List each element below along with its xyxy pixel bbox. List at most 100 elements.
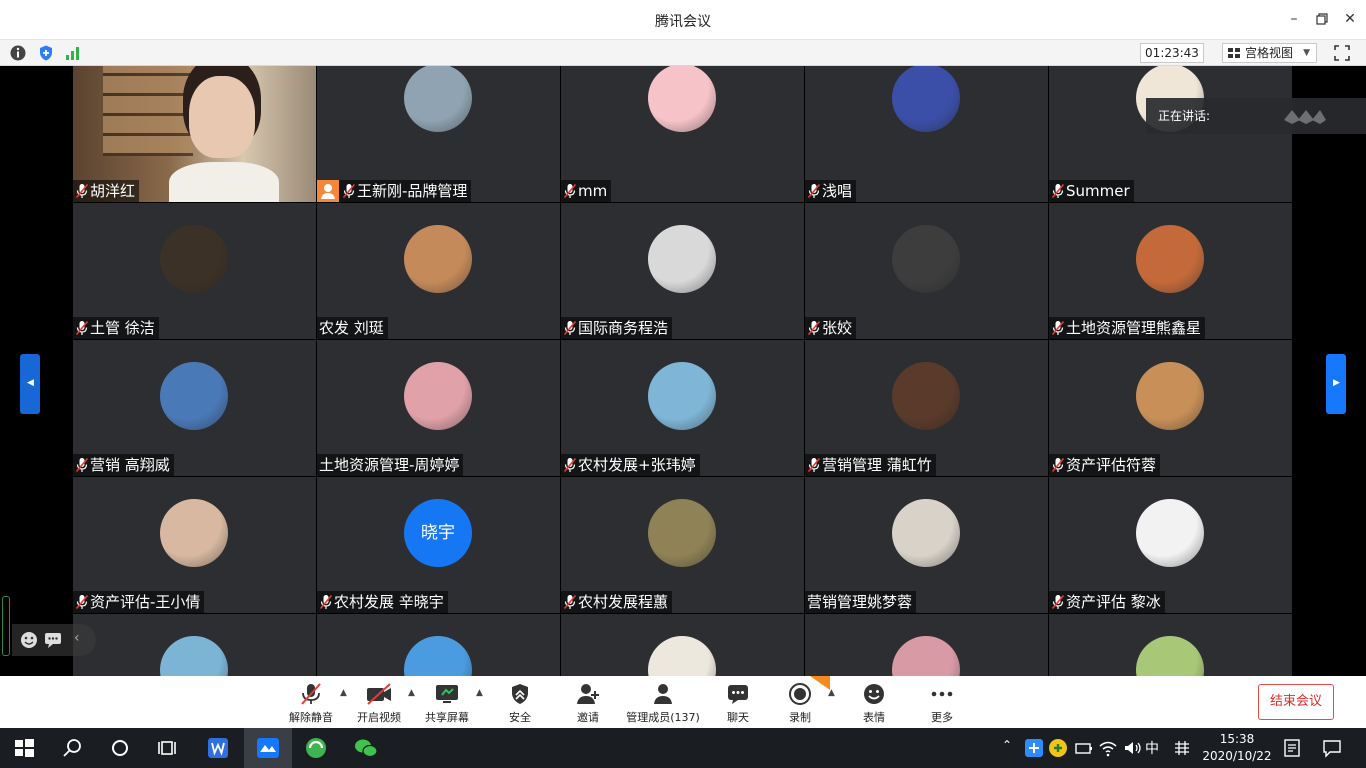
search-icon[interactable] — [60, 736, 84, 760]
avatar — [648, 499, 716, 567]
close-button[interactable]: ✕ — [1340, 9, 1360, 29]
tray-expand-icon[interactable]: ⌃ — [1002, 738, 1012, 752]
wps-writer-icon[interactable] — [206, 736, 230, 760]
add-user-icon — [577, 684, 599, 704]
participant-tile[interactable] — [1049, 614, 1292, 676]
participant-name: 王新刚-品牌管理 — [357, 182, 468, 200]
participant-tile[interactable] — [561, 614, 804, 676]
participant-tile[interactable]: 农村发展程蕙 — [561, 477, 804, 613]
audio-options-caret[interactable]: ▲ — [340, 688, 347, 698]
mic-muted-icon — [1051, 320, 1065, 336]
floating-mini-panel[interactable]: ‹ — [12, 624, 96, 656]
participant-tile[interactable] — [317, 614, 560, 676]
battery-icon[interactable] — [1074, 738, 1094, 758]
view-mode-select[interactable]: 宫格视图 ▼ — [1222, 43, 1317, 63]
participant-name: 资产评估 黎冰 — [1066, 593, 1161, 611]
system-clock[interactable]: 15:38 2020/10/22 — [1200, 731, 1274, 765]
participant-name: 土地资源管理熊鑫星 — [1066, 319, 1202, 337]
participant-tile[interactable]: 营销管理姚梦蓉 — [805, 477, 1048, 613]
windows-start-icon[interactable] — [12, 736, 36, 760]
mic-muted-icon — [1051, 594, 1065, 610]
shield-icon[interactable] — [37, 44, 55, 62]
participant-tile[interactable]: mm — [561, 66, 804, 202]
wifi-icon[interactable] — [1098, 738, 1118, 758]
manage-members-button[interactable]: 管理成员(137) — [624, 682, 702, 726]
participant-tile[interactable]: 营销 高翔威 — [73, 340, 316, 476]
smiley-icon — [864, 684, 884, 704]
emoji-icon[interactable] — [20, 631, 38, 649]
minimize-button[interactable]: – — [1284, 9, 1304, 29]
new-badge-icon — [810, 676, 830, 690]
participant-name-tag: 资产评估 黎冰 — [1049, 591, 1165, 613]
participant-tile[interactable]: 王新刚-品牌管理 — [317, 66, 560, 202]
avatar — [648, 66, 716, 132]
tray-security-icon[interactable] — [1048, 738, 1068, 758]
signal-icon[interactable] — [64, 44, 82, 62]
mic-muted-icon — [301, 683, 321, 705]
avatar — [1136, 225, 1204, 293]
share-options-caret[interactable]: ▲ — [476, 688, 483, 698]
tray-app-icon[interactable] — [1024, 738, 1044, 758]
participant-tile[interactable]: 浅唱 — [805, 66, 1048, 202]
security-button[interactable]: 安全 — [500, 682, 540, 726]
participant-tile[interactable]: 农发 刘珽 — [317, 203, 560, 339]
unmute-button[interactable]: 解除静音 — [286, 682, 336, 726]
avatar — [404, 636, 472, 676]
participant-tile[interactable]: 农村发展+张玮婷 — [561, 340, 804, 476]
keyboard-grid-icon[interactable] — [1172, 738, 1192, 758]
participant-tile[interactable]: 土管 徐洁 — [73, 203, 316, 339]
chevron-right-icon: ▶ — [1333, 378, 1340, 388]
participant-name-tag: 张姣 — [805, 317, 857, 339]
participant-tile[interactable]: 土地资源管理-周婷婷 — [317, 340, 560, 476]
avatar — [160, 499, 228, 567]
participant-tile[interactable] — [73, 614, 316, 676]
cortana-icon[interactable] — [108, 736, 132, 760]
participant-name: 浅唱 — [822, 182, 853, 200]
notes-icon[interactable] — [1282, 738, 1302, 758]
notification-icon[interactable] — [1322, 738, 1342, 758]
mic-muted-icon — [1051, 183, 1065, 199]
fullscreen-icon[interactable] — [1333, 44, 1351, 62]
collapse-icon[interactable]: ‹ — [74, 630, 80, 646]
next-page-button[interactable]: ▶ — [1326, 354, 1346, 414]
participant-tile[interactable]: 资产评估符蓉 — [1049, 340, 1292, 476]
participant-name: 农村发展+张玮婷 — [578, 456, 696, 474]
participant-tile[interactable]: Summer — [1049, 66, 1292, 202]
end-meeting-button[interactable]: 结束会议 — [1258, 684, 1334, 720]
participant-tile[interactable]: 土地资源管理熊鑫星 — [1049, 203, 1292, 339]
info-icon[interactable] — [9, 44, 27, 62]
video-person — [189, 76, 255, 158]
prev-page-button[interactable]: ◀ — [20, 354, 40, 414]
participant-tile[interactable]: 晓宇 农村发展 辛晓宇 — [317, 477, 560, 613]
mic-muted-icon — [75, 594, 89, 610]
chat-label: 聊天 — [727, 711, 749, 724]
more-button[interactable]: 更多 — [922, 682, 962, 726]
restore-button[interactable] — [1312, 9, 1332, 29]
invite-button[interactable]: 邀请 — [568, 682, 608, 726]
start-video-button[interactable]: 开启视频 — [354, 682, 404, 726]
ime-indicator[interactable]: 中 — [1145, 738, 1159, 758]
reactions-button[interactable]: 表情 — [854, 682, 894, 726]
participant-tile[interactable]: 营销管理 蒲虹竹 — [805, 340, 1048, 476]
volume-icon[interactable] — [1122, 738, 1142, 758]
avatar — [648, 636, 716, 676]
chat-bubble-icon[interactable] — [44, 631, 62, 649]
task-view-icon[interactable] — [156, 736, 180, 760]
meeting-toolbar: 解除静音 ▲ 开启视频 ▲ 共享屏幕 ▲ 安全 邀请 管理成员(137) 聊天 … — [0, 676, 1366, 728]
video-options-caret[interactable]: ▲ — [408, 688, 415, 698]
wechat-icon[interactable] — [354, 736, 378, 760]
video-person-body — [169, 162, 279, 202]
members-icon — [654, 684, 672, 704]
participant-tile[interactable]: 资产评估-王小倩 — [73, 477, 316, 613]
participant-tile[interactable]: 张姣 — [805, 203, 1048, 339]
browser-icon[interactable] — [304, 736, 328, 760]
share-screen-button[interactable]: 共享屏幕 — [422, 682, 472, 726]
mic-muted-icon — [807, 457, 821, 473]
participant-video-tile[interactable]: 胡洋红 — [73, 66, 316, 202]
record-options-caret[interactable]: ▲ — [828, 688, 835, 698]
participant-tile[interactable]: 国际商务程浩 — [561, 203, 804, 339]
participant-tile[interactable] — [805, 614, 1048, 676]
participant-tile[interactable]: 资产评估 黎冰 — [1049, 477, 1292, 613]
tencent-meeting-icon[interactable] — [256, 736, 280, 760]
chat-button[interactable]: 聊天 — [718, 682, 758, 726]
